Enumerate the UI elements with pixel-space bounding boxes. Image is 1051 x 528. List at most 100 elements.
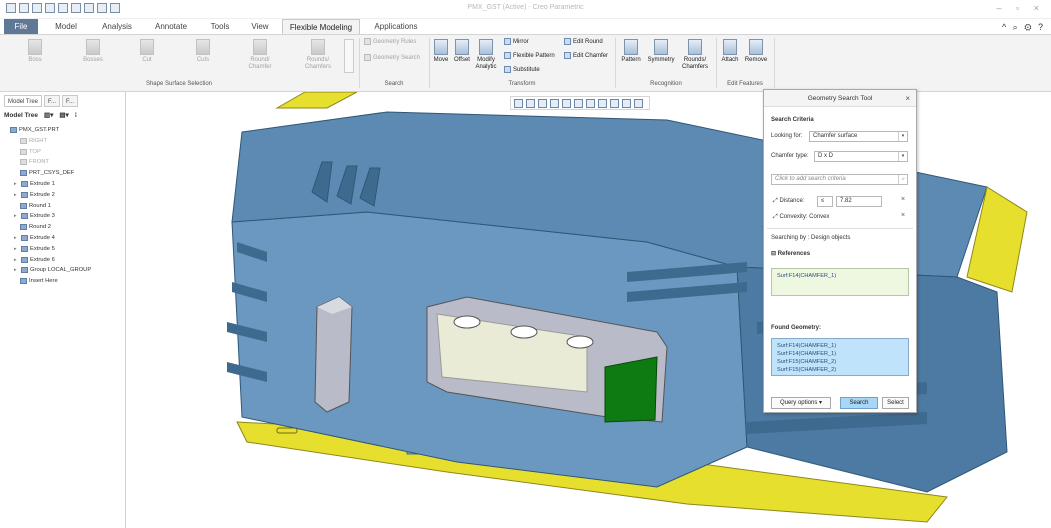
datum-display-icon[interactable] — [610, 98, 619, 108]
tree-item[interactable]: ▸ Extrude 3 — [14, 213, 55, 220]
tree-item[interactable]: Insert Here — [20, 278, 58, 285]
rounds-chamfers-button[interactable]: Rounds/ Chamfers — [298, 39, 338, 71]
refit-icon[interactable] — [514, 98, 523, 108]
found-geometry-item[interactable]: Surf:F15(CHAMFER_2) — [772, 358, 908, 366]
spin-center-icon[interactable] — [634, 98, 643, 108]
tree-item[interactable]: ▸ Extrude 4 — [14, 235, 55, 241]
flexible-pattern-button[interactable]: Flexible Pattern — [504, 52, 555, 59]
gallery-scroll[interactable] — [344, 39, 354, 73]
edit-round-button[interactable]: Edit Round — [564, 38, 603, 45]
convexity-label: ⤢ Convexity: Convex — [773, 214, 830, 220]
remove-convexity-icon[interactable]: × — [901, 212, 905, 219]
expand-icon[interactable]: ▸ — [14, 267, 19, 273]
tree-settings-icon[interactable]: ▤▾ — [59, 111, 68, 119]
tab-model-tree[interactable]: Model Tree — [4, 95, 43, 107]
repaint-icon[interactable] — [550, 98, 559, 108]
zoom-in-icon[interactable] — [526, 98, 535, 108]
tree-item[interactable]: Round 1 — [20, 202, 51, 209]
boss-button[interactable]: Boss — [22, 39, 48, 64]
tab-analysis[interactable]: Analysis — [94, 19, 140, 34]
chamfer-type-dropdown[interactable]: D x D ▾ — [814, 151, 908, 162]
tab-flexible-modeling[interactable]: Flexible Modeling — [282, 19, 360, 34]
tree-item[interactable]: ▸ Extrude 5 — [14, 245, 55, 252]
distance-field[interactable]: 7.82 — [836, 196, 882, 207]
tab-view[interactable]: View — [244, 19, 276, 34]
found-geometry-item[interactable]: Surf:F15(CHAMFER_2) — [772, 366, 908, 374]
tab-folder-browser[interactable]: F... — [44, 95, 61, 107]
found-geometry-item[interactable]: Surf:F14(CHAMFER_1) — [772, 350, 908, 358]
tab-file[interactable]: File — [4, 19, 38, 34]
remove-distance-icon[interactable]: × — [901, 196, 905, 203]
move-icon — [434, 39, 448, 55]
remove-button[interactable]: Remove — [743, 39, 769, 64]
reference-item[interactable]: Surf:F14(CHAMFER_1) — [772, 272, 908, 280]
query-options-button[interactable]: Query options ▾ — [771, 397, 831, 409]
cut-button[interactable]: Cut — [134, 39, 160, 64]
references-list[interactable]: Surf:F14(CHAMFER_1) — [771, 268, 909, 296]
tree-columns-icon[interactable]: ⁞ — [75, 112, 77, 119]
display-style-icon[interactable] — [562, 98, 571, 108]
tree-item[interactable]: ▸ Group LOCAL_GROUP — [14, 267, 91, 274]
add-criteria-input[interactable]: Click to add search criteria ⌕ — [771, 174, 908, 185]
tree-item[interactable]: TOP — [20, 148, 41, 155]
search-button[interactable]: Search — [840, 397, 878, 409]
expand-icon[interactable]: ▸ — [14, 235, 19, 241]
tree-item-label: Round 1 — [29, 202, 51, 209]
ribbon-tab-bar: File Model Analysis Annotate Tools View … — [0, 19, 1051, 34]
annotation-display-icon[interactable] — [622, 98, 631, 108]
select-button[interactable]: Select — [882, 397, 909, 409]
zoom-out-icon[interactable] — [538, 98, 547, 108]
found-geometry-list[interactable]: Surf:F14(CHAMFER_1) Surf:F14(CHAMFER_1) Su… — [771, 338, 909, 376]
tree-item[interactable]: PRT_CSYS_DEF — [20, 170, 75, 177]
view-manager-icon[interactable] — [586, 98, 595, 108]
tab-favorites[interactable]: F... — [62, 95, 79, 107]
distance-operator[interactable]: ≤ — [817, 196, 833, 207]
help-icons[interactable]: ^ ⌕ ⚙ ? — [1002, 22, 1045, 33]
close-icon[interactable]: × — [905, 90, 910, 107]
looking-for-dropdown[interactable]: Chamfer surface ▾ — [809, 131, 908, 142]
symmetry-button[interactable]: Symmetry — [646, 39, 676, 64]
expand-icon[interactable]: ▸ — [14, 213, 19, 219]
substitute-button[interactable]: Substitute — [504, 66, 540, 73]
left-block-surface — [314, 296, 353, 413]
tree-item[interactable]: PMX_GST.PRT — [10, 127, 59, 133]
pattern-button[interactable]: Pattern — [619, 39, 643, 64]
saved-views-icon[interactable] — [574, 98, 583, 108]
feature-icon — [20, 202, 27, 209]
tree-item[interactable]: Round 2 — [20, 224, 51, 231]
group-label-search: Search — [384, 81, 404, 87]
feature-icon — [20, 170, 27, 177]
tree-item-label: PRT_CSYS_DEF — [29, 170, 75, 177]
edit-chamfer-button[interactable]: Edit Chamfer — [564, 52, 608, 59]
window-controls[interactable]: – ▫ × — [997, 3, 1045, 13]
tree-item[interactable]: RIGHT — [20, 137, 47, 144]
perspective-icon[interactable] — [598, 98, 607, 108]
expand-icon[interactable]: ▸ — [14, 181, 19, 187]
expand-icon[interactable]: ▸ — [14, 246, 19, 252]
expand-icon[interactable]: ▸ — [14, 192, 19, 198]
round-chamfer-button[interactable]: Round/ Chamfer — [242, 39, 278, 71]
found-geometry-item[interactable]: Surf:F14(CHAMFER_1) — [772, 342, 908, 350]
tree-item[interactable]: ▸ Extrude 2 — [14, 191, 55, 198]
cuts-button[interactable]: Cuts — [190, 39, 216, 64]
offset-button[interactable]: Offset — [452, 39, 472, 64]
move-button[interactable]: Move — [432, 39, 450, 64]
tab-annotate[interactable]: Annotate — [146, 19, 196, 34]
tab-applications[interactable]: Applications — [366, 19, 426, 34]
rounds-chamfers-recognition-button[interactable]: Rounds/ Chamfers — [678, 39, 712, 71]
tab-tools[interactable]: Tools — [202, 19, 238, 34]
bosses-button[interactable]: Bosses — [78, 39, 108, 64]
geometry-rules-button[interactable]: Geometry Rules — [364, 38, 416, 45]
model-tree-header[interactable]: Model Tree — [4, 112, 38, 119]
tree-item[interactable]: FRONT — [20, 159, 49, 166]
mirror-button[interactable]: Mirror — [504, 38, 529, 45]
geometry-search-button[interactable]: Geometry Search — [364, 54, 420, 61]
references-header[interactable]: ⊟ References — [771, 250, 810, 257]
attach-button[interactable]: Attach — [719, 39, 741, 64]
tree-item[interactable]: ▸ Extrude 6 — [14, 256, 55, 263]
tree-filter-icon[interactable]: ▥▾ — [44, 111, 53, 119]
tab-model[interactable]: Model — [46, 19, 86, 34]
tree-item[interactable]: ▸ Extrude 1 — [14, 181, 55, 187]
expand-icon[interactable]: ▸ — [14, 257, 19, 263]
modify-analytic-button[interactable]: Modify Analytic — [474, 39, 498, 71]
